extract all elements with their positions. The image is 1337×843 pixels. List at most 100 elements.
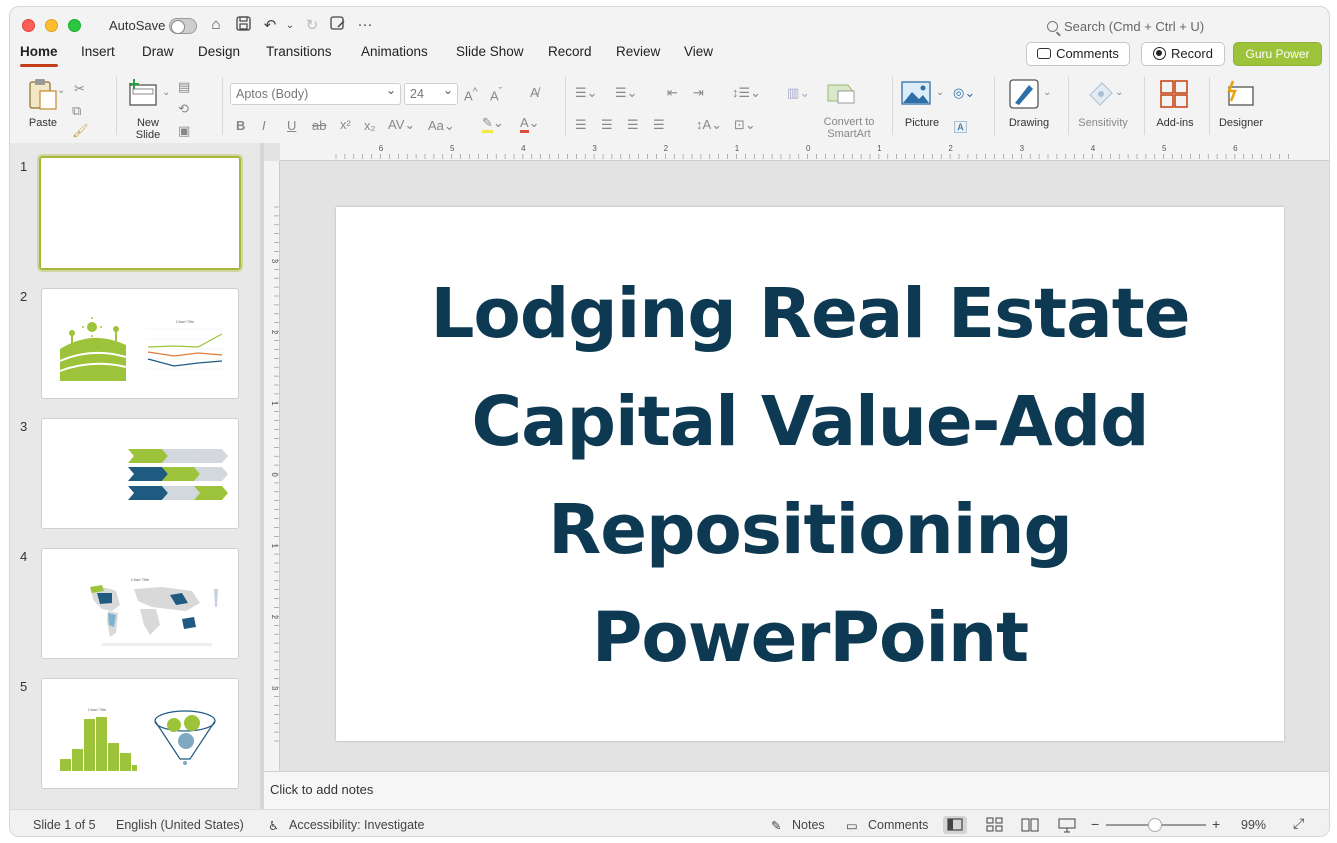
tab-design[interactable]: Design (198, 43, 240, 67)
reading-view-button[interactable] (1018, 816, 1042, 834)
font-color-icon[interactable]: A⌄ (520, 115, 540, 133)
tab-review[interactable]: Review (616, 43, 660, 67)
tab-record[interactable]: Record (548, 43, 592, 67)
increase-font-icon[interactable]: A^ (464, 86, 478, 103)
bold-icon[interactable]: B (236, 118, 245, 133)
shapes-icon[interactable]: ◎⌄ (953, 85, 975, 101)
current-slide[interactable]: Lodging Real Estate Capital Value-Add Re… (336, 207, 1284, 741)
zoom-level[interactable]: 99% (1241, 818, 1266, 832)
subscript-icon[interactable]: x₂ (364, 118, 376, 133)
change-case-icon[interactable]: Aa⌄ (428, 118, 455, 134)
justify-icon[interactable]: ☰ (653, 117, 665, 133)
paste-button[interactable] (24, 77, 60, 111)
comments-button[interactable]: Comments (1026, 42, 1130, 66)
redo-icon[interactable]: ↻ (302, 16, 322, 34)
close-window-button[interactable] (22, 19, 35, 32)
strikethrough-icon[interactable]: ab (312, 118, 326, 133)
bullets-icon[interactable]: ☰⌄ (575, 85, 598, 101)
slide-thumbnail-pane[interactable]: 1 2 Chart Title 3 4 Chart Title 5 Chart … (10, 143, 260, 809)
font-size-select[interactable]: 24 (404, 80, 458, 105)
sensitivity-button[interactable] (1083, 79, 1119, 111)
paste-label: Paste (28, 117, 58, 129)
char-spacing-icon[interactable]: AV⌄ (388, 117, 415, 133)
text-box-icon[interactable]: 🄰 (954, 117, 967, 136)
notes-toggle-icon[interactable]: ✎ (771, 818, 781, 833)
columns-icon[interactable]: ▥⌄ (787, 85, 810, 101)
more-icon[interactable]: ··· (355, 16, 375, 33)
align-text-icon[interactable]: ⊡⌄ (734, 117, 756, 133)
picture-dropdown-icon[interactable]: ⌄ (936, 87, 944, 98)
paste-dropdown-icon[interactable]: ⌄ (57, 85, 65, 96)
notes-toggle[interactable]: Notes (792, 818, 825, 832)
italic-icon[interactable]: I (262, 118, 266, 133)
notes-pane[interactable]: Click to add notes (264, 771, 1329, 809)
text-direction-icon[interactable]: ↕A⌄ (696, 117, 722, 133)
minimize-window-button[interactable] (45, 19, 58, 32)
accessibility-status[interactable]: Accessibility: Investigate (289, 818, 424, 832)
slide-title[interactable]: Lodging Real Estate Capital Value-Add Re… (396, 260, 1224, 692)
designer-button[interactable] (1224, 79, 1256, 111)
autosave-toggle[interactable] (169, 18, 197, 34)
language-indicator[interactable]: English (United States) (116, 818, 244, 832)
align-center-icon[interactable]: ☰ (601, 117, 613, 133)
normal-view-button[interactable] (943, 816, 967, 834)
tab-view[interactable]: View (684, 43, 713, 67)
underline-icon[interactable]: U (287, 118, 296, 133)
ruler-tick-label: 1 (877, 144, 882, 153)
undo-icon[interactable]: ↶ (260, 16, 280, 34)
align-right-icon[interactable]: ☰ (627, 117, 639, 133)
guru-power-button[interactable]: Guru Power (1233, 42, 1322, 66)
comments-toggle[interactable]: Comments (868, 818, 928, 832)
present-icon[interactable] (328, 16, 348, 35)
zoom-in-button[interactable]: + (1212, 816, 1220, 832)
zoom-out-button[interactable]: − (1091, 816, 1099, 832)
line-spacing-icon[interactable]: ↕☰⌄ (732, 85, 761, 101)
accessibility-icon[interactable]: ♿ (268, 818, 279, 833)
decrease-font-icon[interactable]: Aˇ (490, 86, 502, 103)
align-left-icon[interactable]: ☰ (575, 117, 587, 133)
slide-sorter-button[interactable] (983, 816, 1007, 834)
comments-toggle-icon[interactable]: ▭ (846, 818, 858, 833)
convert-smartart-button[interactable] (825, 81, 859, 109)
drawing-button[interactable] (1008, 79, 1040, 111)
slide-thumbnail-3[interactable] (41, 418, 239, 529)
increase-indent-icon[interactable]: ⇥ (693, 85, 704, 101)
layout-icon[interactable]: ▤ (178, 79, 190, 95)
tab-slide-show[interactable]: Slide Show (456, 43, 524, 67)
slide-thumbnail-1[interactable] (37, 154, 243, 272)
picture-button[interactable] (900, 81, 932, 109)
drawing-dropdown-icon[interactable]: ⌄ (1043, 87, 1051, 98)
tab-animations[interactable]: Animations (361, 43, 428, 67)
slide-thumbnail-4[interactable]: Chart Title (41, 548, 239, 659)
sensitivity-dropdown-icon[interactable]: ⌄ (1115, 87, 1123, 98)
tab-insert[interactable]: Insert (81, 43, 115, 67)
highlight-icon[interactable]: ✎⌄ (482, 115, 504, 133)
slide-thumbnail-2[interactable]: Chart Title (41, 288, 239, 399)
zoom-slider-handle[interactable] (1148, 818, 1162, 832)
superscript-icon[interactable]: x² (340, 117, 351, 132)
numbering-icon[interactable]: ☰⌄ (615, 85, 638, 101)
copy-icon[interactable]: ⧉ (72, 103, 81, 119)
fit-to-window-icon[interactable]: ⤢ (1293, 815, 1304, 832)
cut-icon[interactable]: ✂ (74, 81, 85, 97)
font-name-select[interactable]: Aptos (Body) (230, 80, 401, 105)
record-button[interactable]: Record (1141, 42, 1225, 66)
decrease-indent-icon[interactable]: ⇤ (667, 85, 678, 101)
clear-formatting-icon[interactable]: A̸ (530, 85, 539, 100)
slideshow-view-button[interactable] (1055, 816, 1079, 834)
save-icon[interactable] (233, 16, 253, 35)
undo-dropdown-icon[interactable]: ⌄ (280, 20, 300, 31)
tab-transitions[interactable]: Transitions (266, 43, 332, 67)
new-slide-button[interactable] (127, 79, 159, 111)
search-box[interactable]: Search (Cmd + Ctrl + U) (1047, 19, 1204, 34)
tab-draw[interactable]: Draw (142, 43, 174, 67)
addins-button[interactable] (1158, 79, 1190, 111)
format-painter-icon[interactable]: 🖌 (72, 123, 89, 139)
home-icon[interactable]: ⌂ (206, 16, 226, 33)
maximize-window-button[interactable] (68, 19, 81, 32)
new-slide-dropdown-icon[interactable]: ⌄ (162, 87, 170, 98)
section-icon[interactable]: ▣ (178, 123, 190, 139)
slide-thumbnail-5[interactable]: Chart Title (41, 678, 239, 789)
tab-home[interactable]: Home (20, 43, 58, 67)
reset-icon[interactable]: ⟲ (178, 101, 189, 117)
